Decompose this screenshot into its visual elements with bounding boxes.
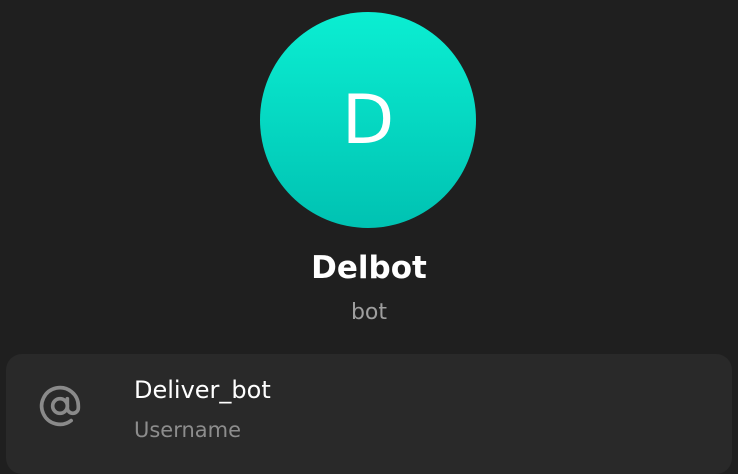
profile-page: D Delbot bot Deliver_bot Username <box>0 0 738 474</box>
profile-name: Delbot <box>311 250 427 286</box>
at-icon <box>36 382 84 430</box>
username-label: Username <box>134 418 242 442</box>
username-row[interactable]: Deliver_bot Username <box>6 354 732 474</box>
profile-subtitle: bot <box>350 300 388 325</box>
avatar[interactable]: D <box>260 12 476 228</box>
username-value: Deliver_bot <box>134 376 271 404</box>
avatar-letter: D <box>341 81 395 160</box>
